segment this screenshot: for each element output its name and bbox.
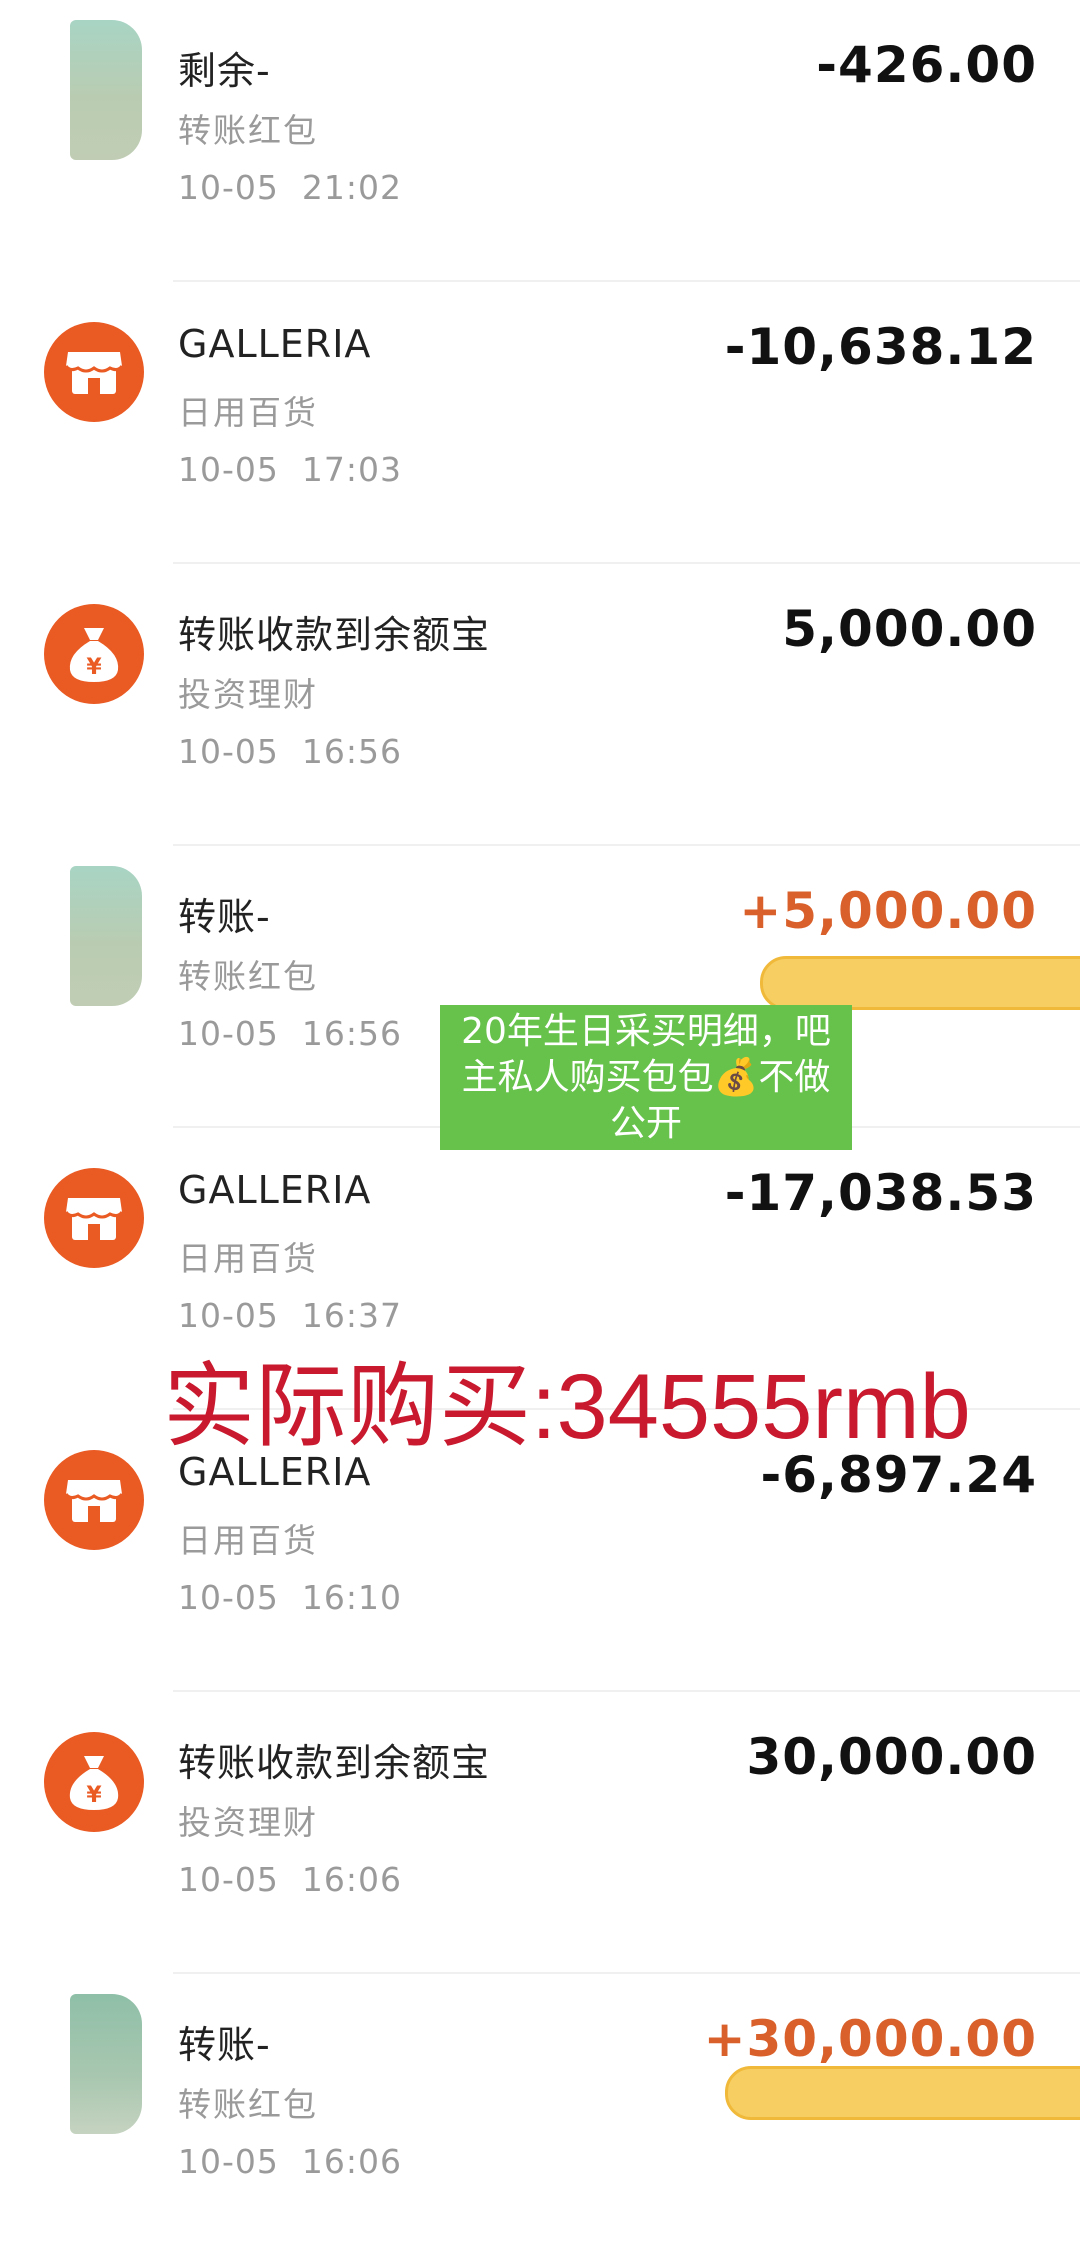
annotation-note: 20年生日采买明细，吧 主私人购买包包💰不做 公开 — [440, 1005, 852, 1150]
transaction-time: 10-05 16:37 — [178, 1296, 402, 1335]
transaction-amount: -10,638.12 — [724, 318, 1037, 376]
transaction-time: 10-05 16:56 — [178, 732, 402, 771]
transaction-amount: 5,000.00 — [782, 600, 1037, 658]
transaction-amount: 30,000.00 — [746, 1728, 1037, 1786]
transaction-row[interactable]: 剩余- 转账红包 10-05 21:02 -426.00 — [0, 0, 1080, 282]
transaction-category: 投资理财 — [178, 675, 318, 714]
annotation-line: 主私人购买包包💰不做 — [461, 1057, 831, 1098]
money-bag-icon: ¥ — [44, 1732, 144, 1832]
avatar — [70, 866, 142, 1006]
transaction-amount: -17,038.53 — [724, 1164, 1037, 1222]
transaction-title: GALLERIA — [178, 322, 372, 366]
transaction-title: GALLERIA — [178, 1168, 372, 1212]
transaction-row[interactable]: GALLERIA 日用百货 10-05 17:03 -10,638.12 — [0, 282, 1080, 564]
transaction-time: 10-05 16:10 — [178, 1578, 402, 1617]
shop-icon — [44, 322, 144, 422]
transaction-title: 剩余- — [178, 49, 271, 93]
shop-icon — [44, 1450, 144, 1550]
transaction-category: 转账红包 — [178, 2085, 318, 2124]
transaction-category: 投资理财 — [178, 1803, 318, 1842]
transaction-time: 10-05 21:02 — [178, 168, 402, 207]
highlight-mark — [760, 956, 1080, 1010]
avatar — [70, 1994, 142, 2134]
transaction-row[interactable]: ¥ 转账收款到余额宝 投资理财 10-05 16:06 30,000.00 — [0, 1692, 1080, 1974]
transaction-time: 10-05 16:06 — [178, 1860, 402, 1899]
transaction-title: 转账收款到余额宝 — [178, 1741, 491, 1785]
transaction-title: 转账- — [178, 895, 271, 939]
transaction-time: 10-05 16:06 — [178, 2142, 402, 2181]
transaction-category: 日用百货 — [178, 1239, 318, 1278]
avatar — [70, 20, 142, 160]
svg-text:¥: ¥ — [86, 655, 102, 680]
transaction-amount: -426.00 — [816, 36, 1037, 94]
annotation-line: 公开 — [609, 1103, 682, 1144]
transaction-category: 转账红包 — [178, 957, 318, 996]
transaction-title: 转账- — [178, 2023, 271, 2067]
transaction-category: 日用百货 — [178, 1521, 318, 1560]
transaction-title: 转账收款到余额宝 — [178, 613, 491, 657]
transaction-category: 日用百货 — [178, 393, 318, 432]
transaction-time: 10-05 16:56 — [178, 1014, 402, 1053]
transaction-amount: +5,000.00 — [739, 882, 1037, 940]
transaction-time: 10-05 17:03 — [178, 450, 402, 489]
transaction-amount: +30,000.00 — [703, 2010, 1037, 2068]
transaction-category: 转账红包 — [178, 111, 318, 150]
transaction-row[interactable]: 转账- 转账红包 10-05 16:06 +30,000.00 — [0, 1974, 1080, 2256]
total-annotation: 实际购买:34555rmb — [163, 1356, 971, 1458]
transaction-row[interactable]: ¥ 转账收款到余额宝 投资理财 10-05 16:56 5,000.00 — [0, 564, 1080, 846]
shop-icon — [44, 1168, 144, 1268]
annotation-line: 20年生日采买明细，吧 — [461, 1011, 831, 1052]
highlight-mark — [725, 2066, 1080, 2120]
money-bag-icon: ¥ — [44, 604, 144, 704]
svg-text:¥: ¥ — [86, 1783, 102, 1808]
